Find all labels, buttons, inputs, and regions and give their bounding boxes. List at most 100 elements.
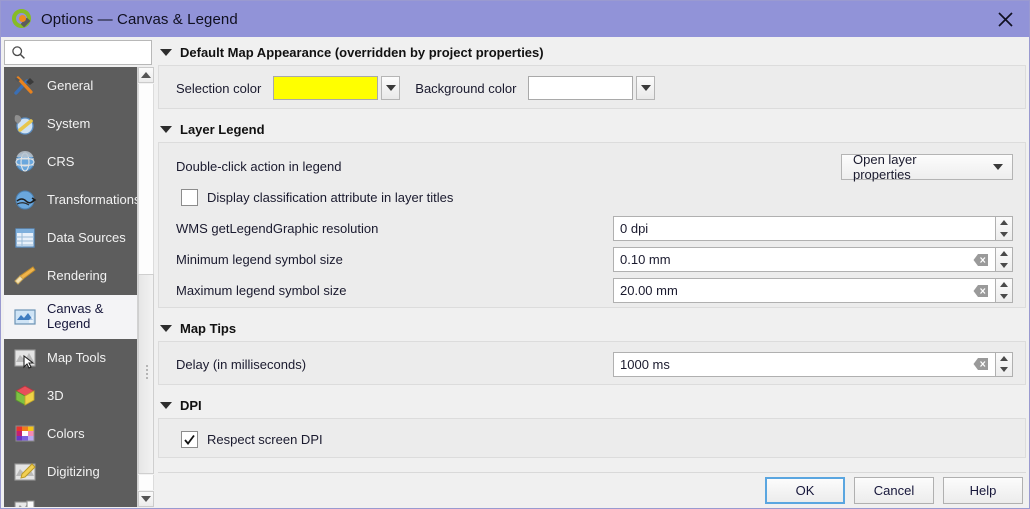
sidebar-item-canvas-legend[interactable]: Canvas & Legend bbox=[4, 295, 137, 339]
globe-grid-icon bbox=[12, 150, 38, 174]
group-dpi: Respect screen DPI bbox=[158, 418, 1026, 458]
options-dialog: Options — Canvas & Legend bbox=[0, 0, 1030, 509]
wms-resolution-value: 0 dpi bbox=[620, 221, 648, 236]
section-header-map-tips[interactable]: Map Tips bbox=[158, 317, 1026, 339]
group-map-tips: Delay (in milliseconds) 1000 ms bbox=[158, 341, 1026, 385]
triangle-down-icon[interactable] bbox=[160, 49, 172, 56]
globe-transform-icon bbox=[12, 188, 38, 212]
sidebar-item-system[interactable]: System bbox=[4, 105, 137, 143]
sidebar-item-label: CRS bbox=[47, 155, 74, 170]
sidebar-item-crs[interactable]: CRS bbox=[4, 143, 137, 181]
spin-up-icon[interactable] bbox=[996, 248, 1012, 260]
section-header-layer-legend[interactable]: Layer Legend bbox=[158, 118, 1026, 140]
sidebar-item-label: Map Tools bbox=[47, 351, 106, 366]
spin-down-icon[interactable] bbox=[996, 229, 1012, 241]
background-color-swatch[interactable] bbox=[528, 76, 633, 100]
scroll-up-arrow-icon[interactable] bbox=[138, 67, 154, 83]
cancel-button[interactable]: Cancel bbox=[854, 477, 934, 504]
map-tips-delay-value: 1000 ms bbox=[620, 357, 670, 372]
chevron-down-icon[interactable] bbox=[636, 76, 655, 100]
qgis-logo-icon bbox=[11, 8, 33, 30]
wms-resolution-label: WMS getLegendGraphic resolution bbox=[176, 221, 378, 236]
group-layer-legend: Double-click action in legend Open layer… bbox=[158, 142, 1026, 308]
help-button[interactable]: Help bbox=[943, 477, 1023, 504]
dialog-buttons: OK Cancel Help bbox=[158, 473, 1026, 507]
sidebar-item-label: 3D bbox=[47, 389, 64, 404]
paintbrush-icon bbox=[12, 264, 38, 288]
section-title: Map Tips bbox=[180, 321, 236, 336]
sidebar-item-label: General bbox=[47, 79, 93, 94]
section-header-map-appearance[interactable]: Default Map Appearance (overridden by pr… bbox=[158, 41, 1026, 63]
display-classification-checkbox[interactable] bbox=[181, 189, 198, 206]
spin-down-icon[interactable] bbox=[996, 364, 1012, 376]
spin-down-icon[interactable] bbox=[996, 291, 1012, 303]
sidebar-item-digitizing[interactable]: Digitizing bbox=[4, 453, 137, 491]
chevron-down-icon[interactable] bbox=[381, 76, 400, 100]
display-classification-label: Display classification attribute in laye… bbox=[207, 190, 453, 205]
spin-up-icon[interactable] bbox=[996, 279, 1012, 291]
settings-category-list[interactable]: General System bbox=[4, 67, 137, 507]
min-symbol-size-label: Minimum legend symbol size bbox=[176, 252, 343, 267]
section-title: DPI bbox=[180, 398, 202, 413]
settings-panel: Default Map Appearance (overridden by pr… bbox=[158, 41, 1026, 471]
sidebar-scrollbar[interactable] bbox=[137, 67, 154, 507]
color-palette-icon bbox=[12, 422, 38, 446]
min-symbol-size-spinbox[interactable]: 0.10 mm bbox=[613, 247, 1013, 272]
sidebar-item-3d[interactable]: 3D bbox=[4, 377, 137, 415]
section-header-dpi[interactable]: DPI bbox=[158, 394, 1026, 416]
canvas-legend-icon bbox=[12, 305, 38, 329]
search-box[interactable] bbox=[4, 40, 152, 65]
scrollbar-track-upper[interactable] bbox=[138, 84, 154, 274]
hammer-screwdriver-icon bbox=[12, 74, 38, 98]
double-click-action-label: Double-click action in legend bbox=[176, 159, 341, 174]
background-color-label: Background color bbox=[415, 81, 516, 96]
scrollbar-track-lower[interactable] bbox=[138, 475, 154, 490]
window-title: Options — Canvas & Legend bbox=[41, 11, 238, 28]
sidebar-item-data-sources[interactable]: Data Sources bbox=[4, 219, 137, 257]
map-tips-delay-spinbox[interactable]: 1000 ms bbox=[613, 352, 1013, 377]
search-input[interactable] bbox=[30, 46, 148, 60]
section-title: Default Map Appearance (overridden by pr… bbox=[180, 45, 544, 60]
sidebar-item-label: Transformations bbox=[47, 193, 137, 208]
cube-3d-icon bbox=[12, 384, 38, 408]
selection-color-button[interactable] bbox=[273, 76, 400, 100]
scroll-down-arrow-icon[interactable] bbox=[138, 491, 154, 507]
section-title: Layer Legend bbox=[180, 122, 265, 137]
close-icon[interactable] bbox=[979, 1, 1030, 37]
max-symbol-size-label: Maximum legend symbol size bbox=[176, 283, 347, 298]
double-click-action-combo[interactable]: Open layer properties bbox=[841, 154, 1013, 180]
sidebar-item-colors[interactable]: Colors bbox=[4, 415, 137, 453]
background-color-button[interactable] bbox=[528, 76, 655, 100]
sidebar-item-general[interactable]: General bbox=[4, 67, 137, 105]
wrench-gear-icon bbox=[12, 112, 38, 136]
spin-up-icon[interactable] bbox=[996, 217, 1012, 229]
min-symbol-size-value: 0.10 mm bbox=[620, 252, 671, 267]
sidebar-item-label: Digitizing bbox=[47, 465, 100, 480]
respect-screen-dpi-checkbox[interactable] bbox=[181, 431, 198, 448]
sidebar-item-rendering[interactable]: Rendering bbox=[4, 257, 137, 295]
max-symbol-size-value: 20.00 mm bbox=[620, 283, 678, 298]
selection-color-swatch[interactable] bbox=[273, 76, 378, 100]
clear-value-icon[interactable] bbox=[973, 284, 989, 298]
wms-resolution-spinbox[interactable]: 0 dpi bbox=[613, 216, 1013, 241]
scrollbar-thumb[interactable] bbox=[138, 274, 154, 474]
table-data-icon bbox=[12, 226, 38, 250]
sidebar-item-label: Rendering bbox=[47, 269, 107, 284]
spin-down-icon[interactable] bbox=[996, 260, 1012, 272]
sidebar-item-map-tools[interactable]: Map Tools bbox=[4, 339, 137, 377]
double-click-action-value: Open layer properties bbox=[853, 152, 975, 182]
map-cursor-icon bbox=[12, 346, 38, 370]
clear-value-icon[interactable] bbox=[973, 253, 989, 267]
layout-page-icon bbox=[12, 498, 38, 507]
title-bar: Options — Canvas & Legend bbox=[1, 1, 1030, 37]
clear-value-icon[interactable] bbox=[973, 357, 989, 371]
triangle-down-icon[interactable] bbox=[160, 402, 172, 409]
sidebar-item-transformations[interactable]: Transformations bbox=[4, 181, 137, 219]
triangle-down-icon[interactable] bbox=[160, 325, 172, 332]
sidebar-item-partial[interactable] bbox=[4, 491, 137, 507]
ok-button[interactable]: OK bbox=[765, 477, 845, 504]
max-symbol-size-spinbox[interactable]: 20.00 mm bbox=[613, 278, 1013, 303]
search-icon bbox=[11, 45, 26, 60]
triangle-down-icon[interactable] bbox=[160, 126, 172, 133]
spin-up-icon[interactable] bbox=[996, 353, 1012, 365]
